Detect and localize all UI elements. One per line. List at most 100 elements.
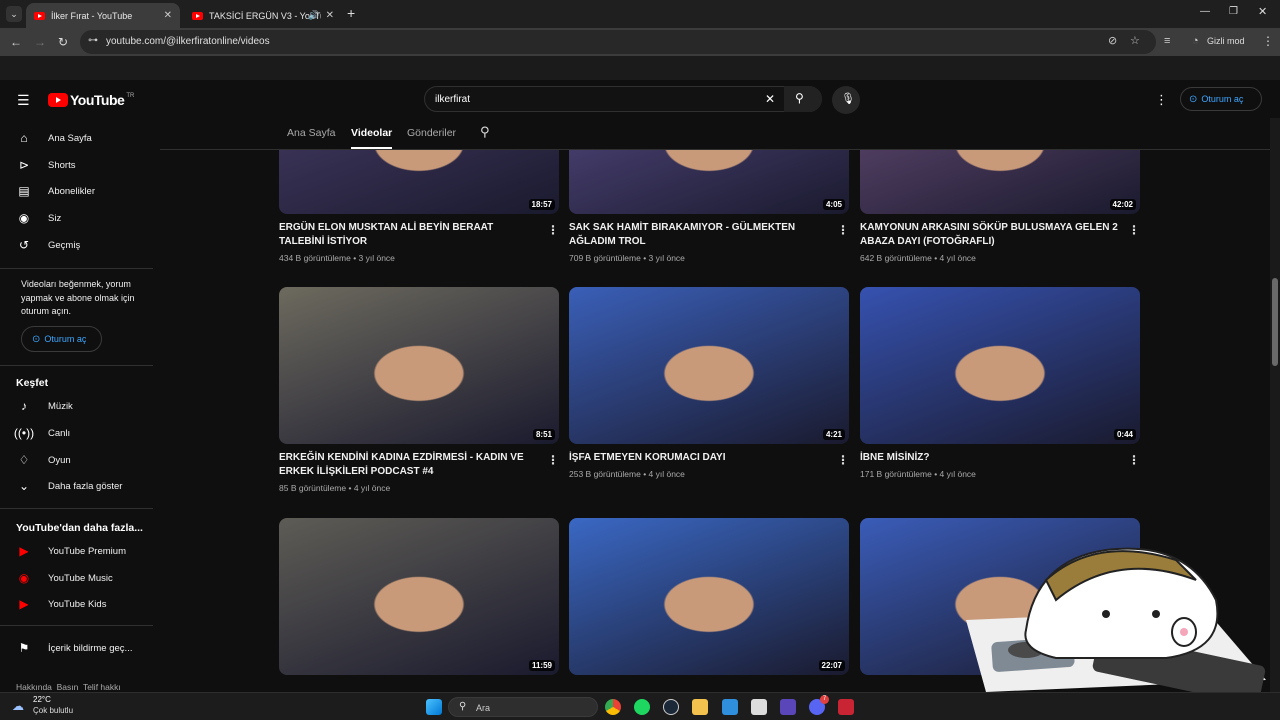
video-title[interactable]: İBNE MİSİNİZ? [860,451,1122,465]
windows-start-icon[interactable] [426,699,442,715]
video-duration: 42:02 [1109,199,1136,210]
video-views: 171 B görüntüleme [860,469,932,479]
media-control-icon[interactable]: ≡ [1164,35,1170,47]
reload-icon[interactable]: ↻ [58,35,68,49]
video-thumbnail[interactable]: 0:44 [860,287,1140,444]
meta-separator: • [640,469,649,479]
video-menu-icon[interactable]: ⋮ [837,453,849,467]
sidebar-item-shorts[interactable]: ⊳ Shorts [0,152,155,178]
scrollbar-track[interactable] [1270,80,1280,692]
video-menu-icon[interactable]: ⋮ [1128,453,1140,467]
video-title[interactable]: KAMYONUN ARKASINI SÖKÜP BULUSMAYA GELEN … [860,221,1122,249]
search-box[interactable]: ilkerfirat ✕ [424,86,822,112]
close-tab-icon[interactable]: ✕ [164,10,172,21]
recording-app-icon[interactable] [838,699,854,715]
video-title[interactable]: İŞFA ETMEYEN KORUMACI DAYI [569,451,831,465]
sidebar-item-history[interactable]: ↺ Geçmiş [0,232,155,258]
chrome-icon[interactable] [605,699,621,715]
bookmark-star-icon[interactable]: ☆ [1130,34,1140,47]
incognito-icon: ◔ [1192,35,1199,47]
search-icon: ⚲ [459,701,467,712]
back-icon[interactable]: ← [10,35,22,49]
url-field[interactable]: ⊶ youtube.com/@ilkerfiratonline/videos ⊘… [80,30,1156,54]
site-info-icon[interactable]: ⊶ [88,35,98,46]
video-thumbnail[interactable]: 11:59 [279,518,559,675]
tab-videos[interactable]: Videolar [351,127,392,139]
search-button[interactable]: ⚲ [784,86,822,112]
scrollbar-thumb[interactable] [1272,278,1278,366]
speaker-icon[interactable]: 🔊 [308,10,319,21]
windows-taskbar: ☁ 22°C Çok bulutlu ⚲ Ara 7 [0,692,1280,720]
signin-button[interactable]: ⊙ Oturum aç [1180,87,1262,111]
close-tab-icon[interactable]: ✕ [326,10,334,21]
meta-separator: • [640,253,649,263]
taskbar-search[interactable]: ⚲ Ara [448,697,598,717]
video-title[interactable]: ERGÜN ELON MUSKTAN ALİ BEYİN BERAAT TALE… [279,221,541,249]
sidebar-item-premium[interactable]: ▶ YouTube Premium [0,538,155,564]
video-views: 253 B görüntüleme [569,469,641,479]
sidebar-item-music-app[interactable]: ◉ YouTube Music [0,565,155,591]
tab-list-button[interactable]: ⌄ [6,6,22,22]
video-title[interactable]: ERKEĞİN KENDİNİ KADINA EZDİRMESİ - KADIN… [279,451,541,479]
settings-dots-icon[interactable]: ⋮ [1155,92,1168,108]
video-meta: 253 B görüntüleme • 4 yıl önce [569,469,685,479]
new-tab-button[interactable]: + [347,5,355,21]
sidebar-item-gaming[interactable]: ♢ Oyun [0,447,155,473]
video-thumbnail[interactable]: 4:21 [569,287,849,444]
browser-menu-icon[interactable]: ⋮ [1262,34,1274,48]
video-menu-icon[interactable]: ⋮ [837,223,849,237]
video-menu-icon[interactable]: ⋮ [1128,223,1140,237]
sidebar-show-more[interactable]: ⌄ Daha fazla göster [0,473,155,499]
eye-off-icon[interactable]: ⊘ [1108,34,1117,47]
sidebar-item-live[interactable]: ((•)) Canlı [0,420,155,446]
sidebar-item-report[interactable]: ⚑ İçerik bildirme geç... [0,635,155,661]
youtube-premium-icon: ▶ [19,544,29,558]
footer-links[interactable]: Hakkında Basın Telif hakkı [16,682,121,692]
incognito-label[interactable]: Gizli mod [1207,36,1245,46]
browser-tab[interactable]: TAKSİCİ ERGÜN V3 - YouTu 🔊 ✕ [184,3,342,28]
app-icon[interactable] [780,699,796,715]
sidebar-item-music[interactable]: ♪ Müzik [0,393,155,419]
meta-separator: • [346,483,354,493]
home-icon: ⌂ [20,131,28,145]
sidebar-item-kids[interactable]: ▶ YouTube Kids [0,591,155,617]
video-meta: 709 B görüntüleme • 3 yıl önce [569,253,685,263]
video-meta: 642 B görüntüleme • 4 yıl önce [860,253,976,263]
video-thumbnail[interactable]: 22:07 [569,518,849,675]
sidebar-item-home[interactable]: ⌂ Ana Sayfa [0,125,155,151]
tab-home[interactable]: Ana Sayfa [287,127,335,139]
video-menu-icon[interactable]: ⋮ [547,223,559,237]
menu-icon[interactable]: ☰ [17,92,30,109]
minimize-icon[interactable]: — [1200,6,1210,17]
channel-search-icon[interactable]: ⚲ [480,124,490,140]
restore-icon[interactable]: ❐ [1229,6,1238,17]
video-menu-icon[interactable]: ⋮ [547,453,559,467]
media-app-icon[interactable] [751,699,767,715]
sidebar-item-subscriptions[interactable]: ▤ Abonelikler [0,178,155,204]
video-duration: 4:21 [822,429,845,440]
address-bar-row: ← → ↻ ⊶ youtube.com/@ilkerfiratonline/vi… [0,28,1280,56]
steam-icon[interactable] [663,699,679,715]
video-views: 85 B görüntüleme [279,483,347,493]
video-duration: 0:44 [1113,429,1136,440]
close-window-icon[interactable]: ✕ [1258,5,1267,18]
tab-posts[interactable]: Gönderiler [407,127,456,139]
video-thumbnail[interactable]: 8:51 [279,287,559,444]
video-meta: 85 B görüntüleme • 4 yıl önce [279,483,390,493]
microphone-icon: 🎙 [841,93,855,105]
youtube-logo[interactable]: YouTube TR [48,92,134,108]
photos-icon[interactable] [722,699,738,715]
weather-icon[interactable]: ☁ [12,699,24,713]
search-input[interactable]: ilkerfirat [435,94,470,105]
file-explorer-icon[interactable] [692,699,708,715]
video-age: 3 yıl önce [358,253,395,263]
sidebar-signin-button[interactable]: ⊙ Oturum aç [21,326,102,352]
sidebar-item-you[interactable]: ◉ Siz [0,205,155,231]
forward-icon[interactable]: → [34,35,46,49]
clear-search-icon[interactable]: ✕ [765,92,775,106]
browser-tab-active[interactable]: İlker Fırat - YouTube ✕ [26,3,180,28]
weather-temp[interactable]: 22°C [33,695,51,704]
video-title[interactable]: SAK SAK HAMİT BIRAKAMIYOR - GÜLMEKTEN AĞ… [569,221,831,249]
spotify-icon[interactable] [634,699,650,715]
voice-search-button[interactable]: 🎙 [832,86,860,114]
